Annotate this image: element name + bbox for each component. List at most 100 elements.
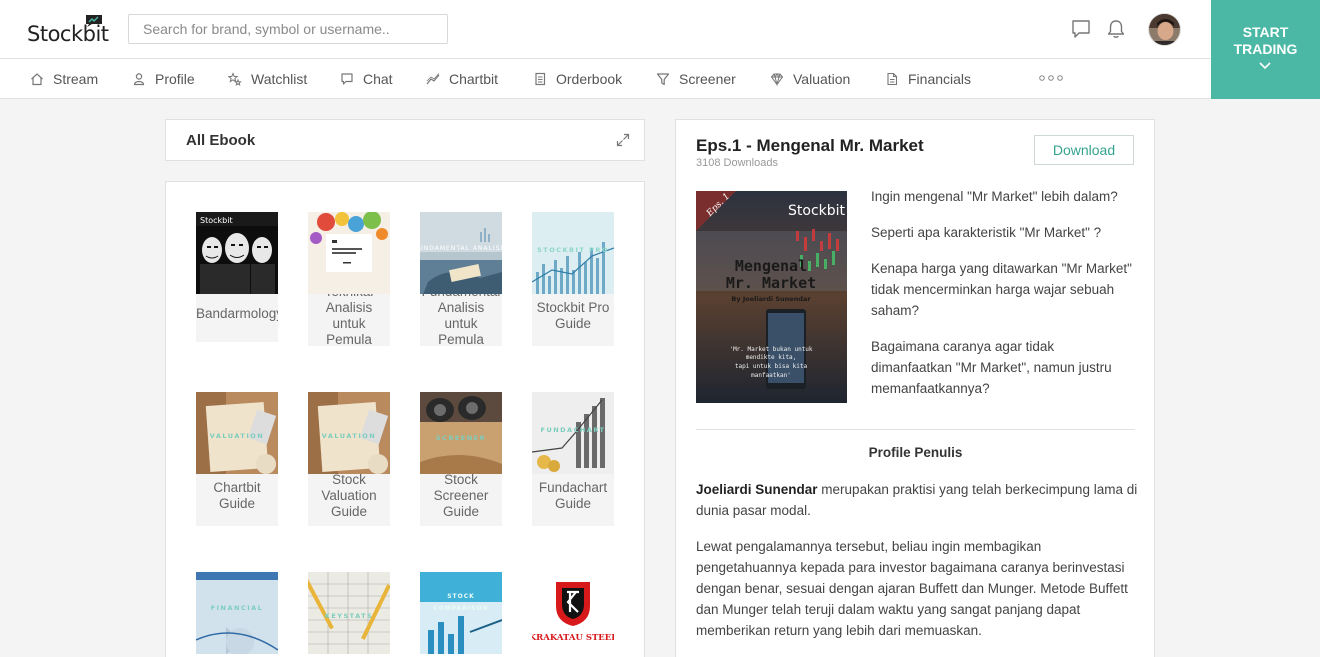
ebook-cover: KEYSTATS [308, 572, 390, 654]
diamond-icon [770, 73, 784, 86]
bio-paragraph: Joeliardi Sunendar merupakan praktisi ya… [696, 479, 1138, 521]
ebook-cover [308, 212, 390, 294]
ebook-cover: FINANCIAL [196, 572, 278, 654]
ebook-cover: VALUATION [308, 392, 390, 474]
bell-icon[interactable] [1105, 18, 1127, 40]
ebook-card-bandarmology[interactable]: Stockbit Bandarmology [196, 212, 278, 342]
nav-label: Watchlist [251, 71, 308, 87]
nav-item-stream[interactable]: Stream [30, 59, 98, 99]
stars-icon [228, 72, 242, 86]
nav-item-orderbook[interactable]: Orderbook [533, 59, 622, 99]
ebook-title: Stockbit Pro Guide [532, 286, 614, 346]
svg-text:Stockbit: Stockbit [200, 216, 233, 225]
ebook-card-krakatau-steel[interactable]: KRAKATAU STEEL [532, 572, 614, 654]
ebook-questions: Ingin mengenal "Mr Market" lebih dalam? … [871, 186, 1137, 414]
ebook-card-financial[interactable]: FINANCIAL [196, 572, 278, 654]
bio-paragraph: Lewat pengalamannya tersebut, beliau ing… [696, 539, 1128, 638]
main-nav: Stream Profile Watchlist Chat Chartbit O… [0, 59, 1211, 99]
user-avatar[interactable] [1148, 13, 1181, 46]
ebook-title: Stock Screener Guide [420, 466, 502, 526]
message-icon[interactable] [1070, 18, 1092, 40]
ebook-cover: STOCKBIT PRO [532, 212, 614, 294]
ebook-cover: FUNDAMENTAL ANALISIS [420, 212, 502, 294]
all-ebook-title: All Ebook [186, 132, 256, 149]
download-button[interactable]: Download [1034, 135, 1134, 165]
nav-label: Orderbook [556, 71, 623, 87]
nav-item-financials[interactable]: Financials [885, 59, 971, 99]
cover-quote-line1: 'Mr. Market bukan untuk [729, 346, 812, 353]
ebook-cover: STOCK COMPARISON [420, 572, 502, 654]
nav-label: Chartbit [449, 71, 499, 87]
ebook-card-fundamental-analisis[interactable]: FUNDAMENTAL ANALISIS Fundamental Analisi… [420, 212, 502, 346]
svg-text:SCREENER: SCREENER [436, 434, 486, 442]
cover-title-line2: Mr. Market [726, 274, 816, 292]
svg-text:COMPARISON: COMPARISON [433, 605, 488, 612]
nav-item-chat[interactable]: Chat [340, 59, 393, 99]
ebook-title: Stock Valuation Guide [308, 466, 390, 526]
ebook-cover: VALUATION [196, 392, 278, 474]
all-ebook-header: All Ebook [165, 119, 645, 161]
cover-quote-line3: tapi untuk bisa kita [735, 363, 808, 370]
download-count: 3108 Downloads [696, 157, 778, 169]
chevron-down-icon [1259, 62, 1271, 70]
search-input[interactable] [128, 14, 448, 44]
logo-mark-icon [86, 15, 102, 27]
nav-item-profile[interactable]: Profile [132, 59, 195, 99]
ebook-card-keystats[interactable]: KEYSTATS [308, 572, 390, 654]
ebook-cover: SCREENER [420, 392, 502, 474]
chart-line-icon [426, 73, 440, 85]
svg-text:FUNDAMENTAL ANALISIS: FUNDAMENTAL ANALISIS [420, 245, 502, 252]
chat-icon [341, 73, 353, 85]
nav-item-screener[interactable]: Screener [656, 59, 736, 99]
nav-item-chartbit[interactable]: Chartbit [426, 59, 498, 99]
ebook-title: Fundamental Analisis untuk Pemula [420, 286, 502, 346]
ebook-card-chartbit-guide[interactable]: VALUATION Chartbit Guide [196, 392, 278, 526]
nav-label: Screener [679, 71, 736, 87]
nav-item-valuation[interactable]: Valuation [770, 59, 850, 99]
svg-text:KRAKATAU STEEL: KRAKATAU STEEL [532, 633, 614, 643]
svg-text:VALUATION: VALUATION [210, 432, 264, 440]
start-trading-label: START TRADING [1233, 24, 1298, 57]
ebook-card-stock-comparison[interactable]: STOCK COMPARISON [420, 572, 502, 654]
profile-heading: Profile Penulis [868, 445, 963, 460]
ebook-cover: KRAKATAU STEEL [532, 572, 614, 654]
question-text: Ingin mengenal "Mr Market" lebih dalam? [871, 189, 1118, 204]
ebook-title: Fundachart Guide [532, 466, 614, 526]
question-text: Kenapa harga yang ditawarkan "Mr Market"… [871, 261, 1132, 318]
svg-text:FUNDACHART: FUNDACHART [541, 426, 606, 434]
ebook-title: Teknikal Analisis untuk Pemula [308, 286, 390, 346]
cover-quote-line2: mendikte kita, [746, 354, 797, 361]
author-bio: Joeliardi Sunendar merupakan praktisi ya… [696, 479, 1138, 656]
document-icon [535, 72, 546, 86]
ebook-detail-cover: Eps. 1 Stockbit Mengenal Mr. Market By J… [696, 191, 847, 403]
cover-author: By Joeliardi Sunendar [731, 295, 811, 303]
nav-label: Stream [53, 71, 99, 87]
nav-label: Valuation [793, 71, 851, 87]
ebook-card-stockbit-pro-guide[interactable]: STOCKBIT PRO Stockbit Pro Guide [532, 212, 614, 346]
ebook-card-stock-screener-guide[interactable]: SCREENER Stock Screener Guide [420, 392, 502, 526]
ebook-title: Bandarmology [196, 286, 278, 342]
svg-text:KEYSTATS: KEYSTATS [325, 612, 373, 620]
ebook-cover: FUNDACHART [532, 392, 614, 474]
start-trading-button[interactable]: START TRADING [1211, 0, 1320, 99]
file-icon [887, 72, 898, 86]
home-icon [31, 73, 43, 86]
more-icon[interactable] [1039, 73, 1063, 83]
section-divider [696, 429, 1135, 430]
svg-text:VALUATION: VALUATION [322, 432, 376, 440]
cover-brand: Stockbit [788, 203, 846, 219]
expand-icon[interactable] [616, 133, 630, 147]
ebook-card-fundachart-guide[interactable]: FUNDACHART Fundachart Guide [532, 392, 614, 526]
nav-item-watchlist[interactable]: Watchlist [228, 59, 307, 99]
ebook-grid: Stockbit Bandarmology Analisis untuk Pem… [165, 181, 645, 657]
ebook-detail-title: Eps.1 - Mengenal Mr. Market [696, 136, 924, 155]
cover-quote-line4: manfaatkan' [751, 372, 791, 379]
svg-text:STOCKBIT PRO: STOCKBIT PRO [537, 246, 609, 254]
svg-text:FINANCIAL: FINANCIAL [211, 604, 264, 612]
ebook-card-stock-valuation-guide[interactable]: VALUATION Stock Valuation Guide [308, 392, 390, 526]
nav-label: Profile [155, 71, 195, 87]
author-name: Joeliardi Sunendar [696, 482, 818, 497]
nav-label: Financials [908, 71, 972, 87]
question-text: Bagaimana caranya agar tidak dimanfaatka… [871, 339, 1112, 396]
ebook-card-teknikal-analisis[interactable]: Teknikal Analisis untuk Pemula [308, 212, 390, 346]
